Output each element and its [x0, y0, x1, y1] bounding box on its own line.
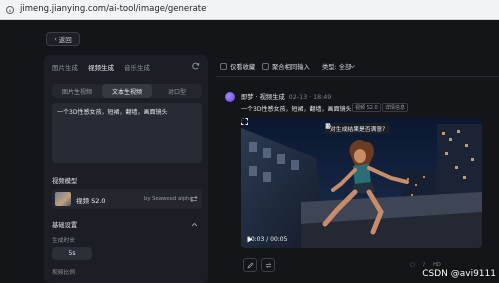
type-filter[interactable]: 类型: 全部 — [322, 62, 351, 71]
tab-video-generation[interactable]: 视频生成 — [88, 62, 114, 72]
duration-option-5s[interactable]: 5s — [52, 247, 92, 260]
video-player[interactable]: 对生成结果是否满意? 00:03 / 00:05 — [241, 118, 482, 248]
refresh-icon[interactable] — [192, 62, 200, 70]
generation-title: 即梦 · 视频生成 02-13 · 18:49 — [241, 92, 331, 101]
generation-prompt: 一个3D性感女孩，短裙，翻墙，画面镜头 — [241, 106, 352, 113]
bottom-toolbar: ▢ ♪ HD — [410, 262, 441, 268]
regenerate-button[interactable] — [261, 258, 275, 272]
aspect-ratio-label: 视频比例 — [52, 270, 76, 276]
back-button[interactable]: ‹ 返回 — [46, 32, 80, 46]
tab-image-to-video[interactable]: 图片生视频 — [52, 84, 102, 98]
model-thumbnail — [55, 192, 71, 206]
swap-icon[interactable] — [190, 195, 198, 203]
video-controls: 00:03 / 00:05 — [247, 236, 287, 243]
square-icon[interactable]: ▢ — [410, 262, 415, 268]
chevron-left-icon: ‹ — [54, 35, 57, 43]
generation-time: 02-13 · 18:49 — [288, 94, 332, 101]
play-icon[interactable] — [247, 236, 253, 243]
site-info-icon[interactable] — [5, 5, 15, 15]
chevron-up-icon[interactable] — [191, 222, 198, 227]
tab-music-generation[interactable]: 音乐生成 — [124, 62, 150, 72]
model-provider: by Seaweed alpha — [144, 196, 193, 202]
hd-button[interactable]: HD — [433, 262, 441, 268]
tab-lip-sync[interactable]: 对口型 — [152, 84, 202, 98]
fullscreen-icon[interactable] — [241, 118, 248, 125]
model-selector[interactable]: 视频 S2.0 by Seaweed alpha — [52, 189, 202, 209]
generation-settings-panel: 图片生成 视频生成 音乐生成 图片生视频 文本生视频 对口型 一个3D性感女孩，… — [44, 55, 208, 283]
main-tabs: 图片生成 视频生成 音乐生成 — [52, 62, 150, 72]
music-icon[interactable]: ♪ — [422, 262, 425, 268]
duration-label: 生成时长 — [52, 238, 76, 244]
browser-url-bar[interactable]: jimeng.jianying.com/ai-tool/image/genera… — [0, 0, 499, 20]
url-text[interactable]: jimeng.jianying.com/ai-tool/image/genera… — [20, 4, 206, 14]
video-model-label: 视频模型 — [52, 178, 78, 185]
favorites-only-label[interactable]: 仅看收藏 — [230, 62, 255, 71]
merge-same-input-label[interactable]: 聚合相同输入 — [272, 62, 310, 71]
video-frame — [241, 118, 482, 248]
back-label: 返回 — [58, 36, 72, 44]
results-filter-bar: 仅看收藏 聚合相同输入 类型: 全部 — [216, 55, 499, 77]
basic-settings-label[interactable]: 基础设置 — [52, 220, 77, 229]
retry-icon — [265, 262, 271, 268]
tab-image-generation[interactable]: 图片生成 — [52, 62, 78, 72]
tab-text-to-video[interactable]: 文本生视频 — [102, 84, 152, 98]
feedback-bar: 对生成结果是否满意? — [325, 123, 391, 134]
avatar — [225, 92, 235, 102]
edit-button[interactable] — [243, 258, 257, 272]
details-tag[interactable]: 详情信息 — [382, 103, 409, 112]
merge-checkbox[interactable] — [262, 63, 269, 70]
chevron-down-icon[interactable] — [350, 65, 355, 68]
close-icon[interactable] — [325, 123, 331, 129]
model-tag: 视频 S2.0 — [352, 103, 381, 112]
favorites-checkbox[interactable] — [220, 63, 227, 70]
feedback-question: 对生成结果是否满意? — [330, 127, 386, 133]
prompt-input[interactable]: 一个3D性感女孩，短裙，翻墙，画面镜头 — [52, 103, 202, 163]
watermark: CSDN @avi9111 — [422, 269, 496, 279]
pencil-icon — [246, 262, 253, 269]
model-name: 视频 S2.0 — [76, 197, 106, 205]
video-time: 00:03 / 00:05 — [247, 236, 288, 243]
generation-source: 即梦 · 视频生成 — [241, 94, 285, 101]
video-mode-tabs: 图片生视频 文本生视频 对口型 — [52, 84, 202, 98]
